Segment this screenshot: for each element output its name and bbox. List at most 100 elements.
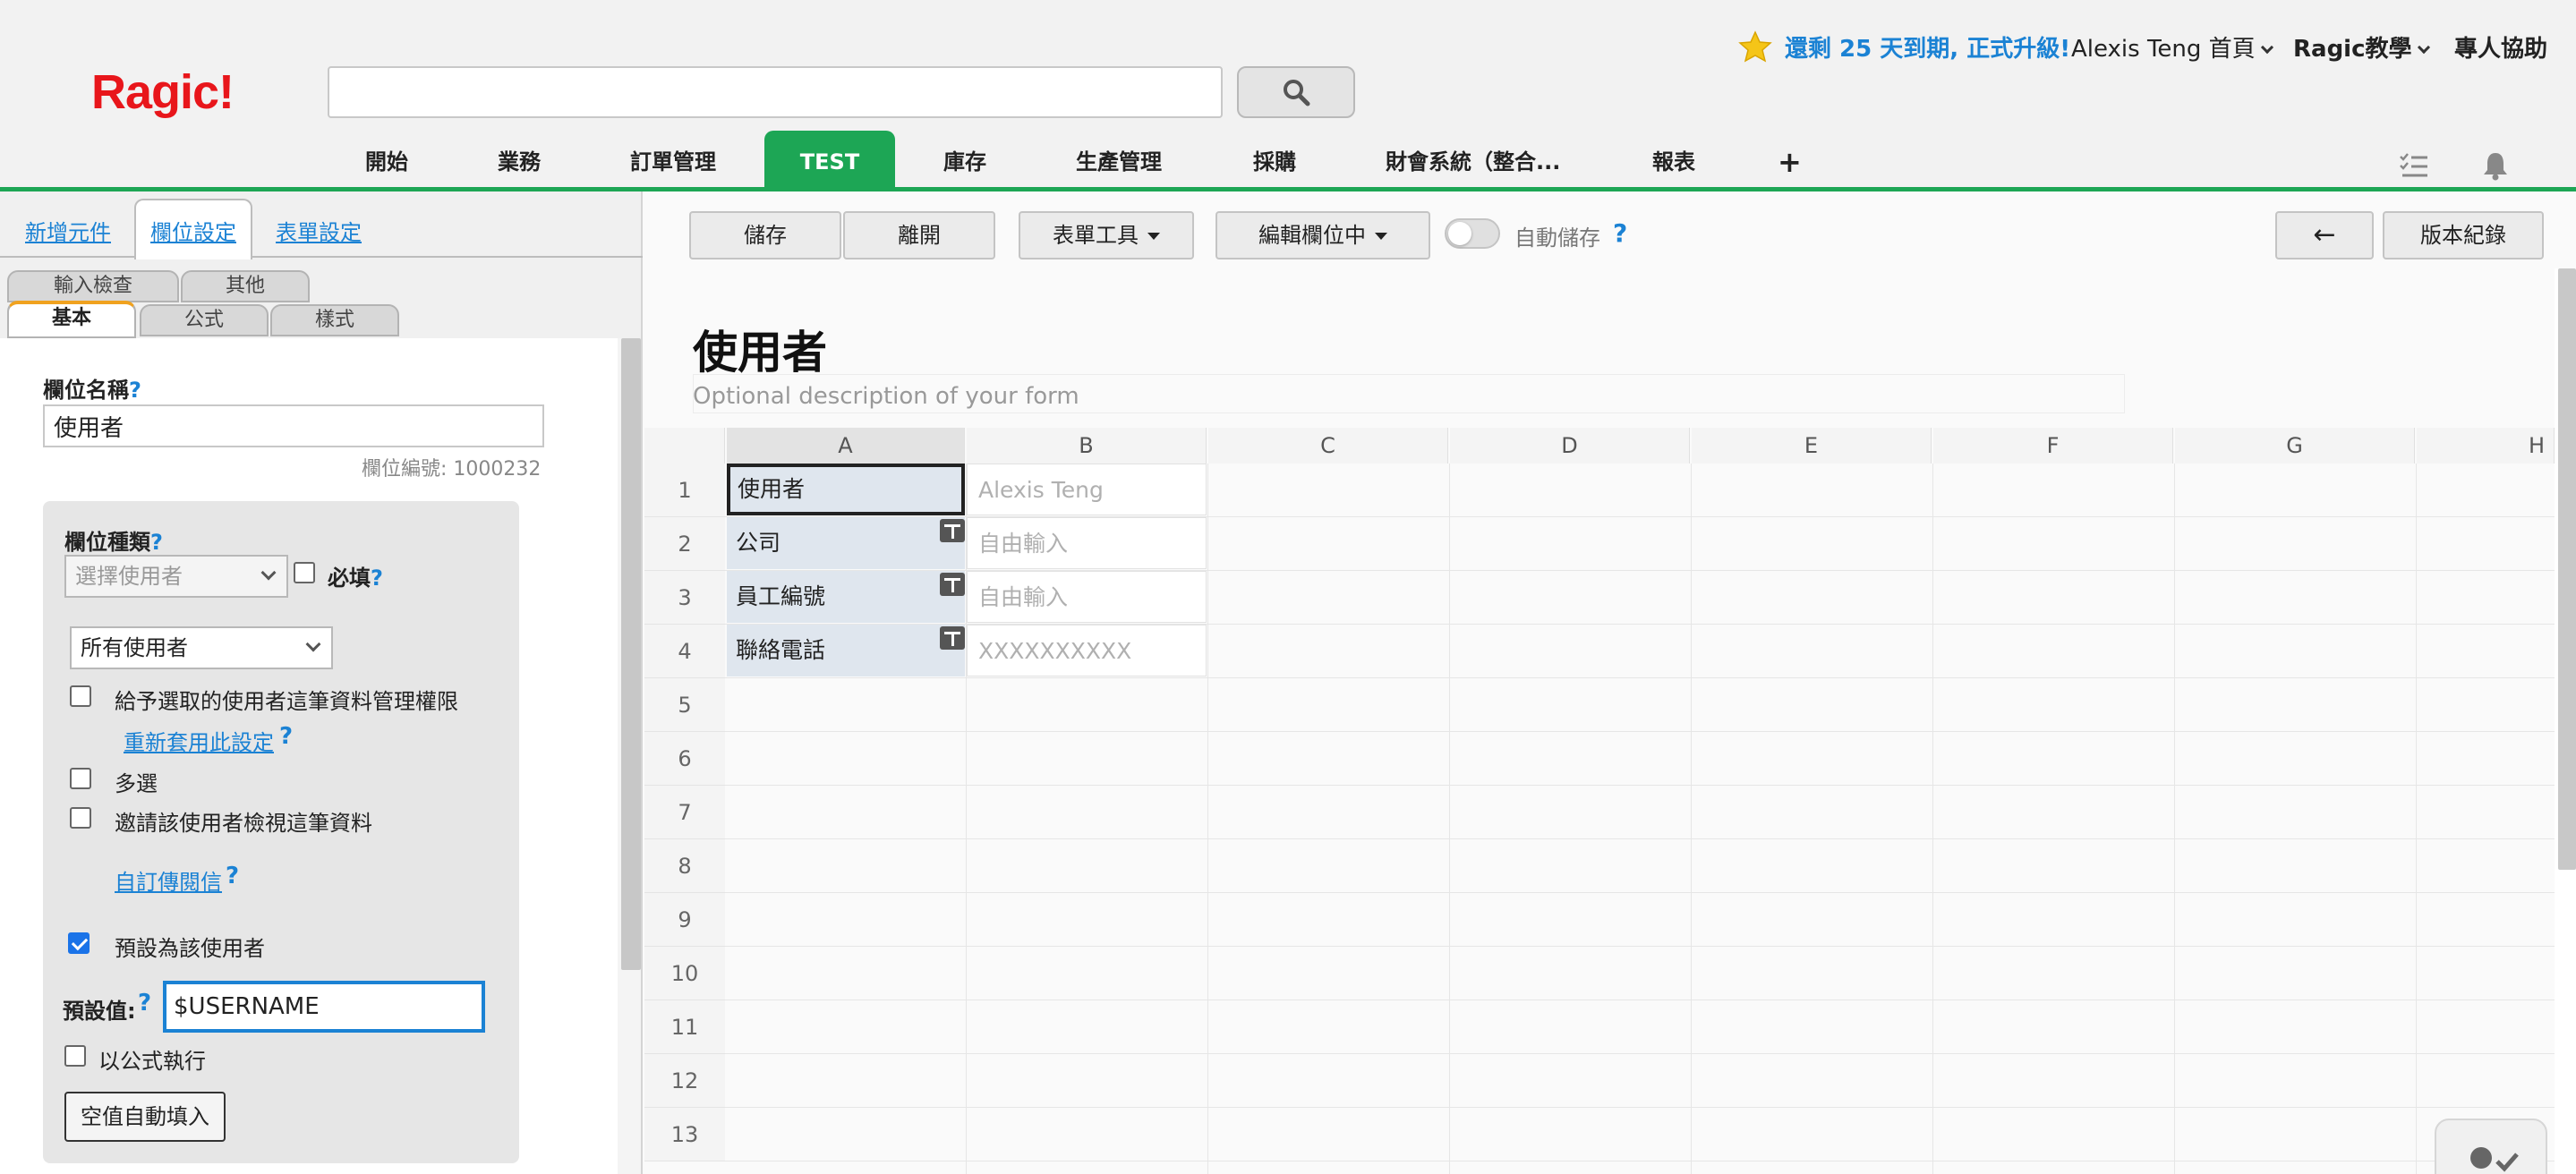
help-icon[interactable]: ?: [1613, 218, 1627, 248]
custom-message-link[interactable]: 自訂傳閱信: [115, 864, 222, 896]
field-label-cell[interactable]: 使用者: [727, 464, 965, 515]
main-nav: 開始 業務 訂單管理 TEST 庫存 生產管理 採購 財會系統（整合... 報表…: [0, 131, 2576, 187]
field-value-cell[interactable]: 自由輸入: [967, 571, 1207, 623]
panel-tabs: 新增元件 欄位設定 表單設定: [0, 191, 643, 259]
row-header[interactable]: 9: [644, 893, 725, 947]
tab-inventory[interactable]: 庫存: [943, 131, 986, 187]
help-icon[interactable]: ?: [279, 723, 293, 750]
tab-add-component[interactable]: 新增元件: [25, 215, 111, 246]
formula-exec-checkbox[interactable]: [64, 1045, 86, 1067]
row-header[interactable]: 3: [644, 571, 725, 625]
row-header[interactable]: 11: [644, 1000, 725, 1054]
user-home-menu[interactable]: Alexis Teng 首頁: [2071, 30, 2273, 64]
reapply-setting-link[interactable]: 重新套用此設定: [124, 725, 274, 756]
upgrade-link[interactable]: 還剩 25 天到期, 正式升級!: [1785, 30, 2070, 64]
column-header[interactable]: F: [1933, 428, 2173, 464]
help-icon[interactable]: ?: [150, 530, 163, 555]
column-header[interactable]: B: [967, 428, 1207, 464]
row-header[interactable]: 12: [644, 1054, 725, 1108]
row-header[interactable]: 6: [644, 732, 725, 786]
form-description[interactable]: Optional description of your form: [693, 383, 1079, 410]
floating-action-widget[interactable]: [2435, 1119, 2547, 1174]
field-value-cell[interactable]: 自由輸入: [967, 517, 1207, 569]
back-arrow-button[interactable]: ←: [2275, 211, 2374, 259]
tab-test[interactable]: TEST: [764, 131, 895, 187]
field-label-cell[interactable]: 公司: [727, 517, 965, 569]
task-list-icon[interactable]: [2399, 152, 2429, 179]
tab-field-settings[interactable]: 欄位設定: [150, 215, 236, 246]
subtab-formula[interactable]: 公式: [140, 304, 269, 336]
canvas-scrollbar-thumb[interactable]: [2558, 268, 2576, 870]
search-button[interactable]: [1237, 66, 1355, 118]
form-tools-button[interactable]: 表單工具: [1019, 211, 1194, 259]
multi-select-checkbox[interactable]: [70, 768, 91, 789]
column-header[interactable]: G: [2175, 428, 2415, 464]
help-icon[interactable]: ?: [371, 566, 383, 591]
default-user-label: 預設為該使用者: [115, 936, 265, 961]
field-name-label: 欄位名稱?: [43, 378, 141, 403]
column-header[interactable]: D: [1450, 428, 1690, 464]
tab-form-settings[interactable]: 表單設定: [276, 215, 362, 246]
row-header[interactable]: 8: [644, 839, 725, 893]
tab-start[interactable]: 開始: [365, 131, 408, 187]
field-label-cell[interactable]: 聯絡電話: [727, 625, 965, 676]
save-button[interactable]: 儲存: [689, 211, 841, 259]
row-header[interactable]: 5: [644, 678, 725, 732]
tab-purchasing[interactable]: 採購: [1253, 131, 1296, 187]
form-title[interactable]: 使用者: [693, 317, 827, 381]
column-header[interactable]: C: [1208, 428, 1448, 464]
expert-help-link[interactable]: 專人協助: [2454, 30, 2547, 64]
tab-accounting[interactable]: 財會系統（整合...: [1386, 131, 1560, 187]
autosave-toggle[interactable]: [1445, 218, 1500, 249]
help-icon[interactable]: ?: [138, 990, 151, 1017]
panel-scrollbar-thumb[interactable]: [621, 338, 641, 970]
version-history-button[interactable]: 版本紀錄: [2383, 211, 2544, 259]
top-links: 還剩 25 天到期, 正式升級! Alexis Teng 首頁 Ragic教學 …: [0, 30, 2576, 66]
field-value-cell[interactable]: Alexis Teng: [967, 464, 1207, 515]
subtab-input-validation[interactable]: 輸入檢查: [7, 270, 179, 302]
grid-line: [725, 1107, 2555, 1108]
tutorial-menu[interactable]: Ragic教學: [2293, 30, 2430, 64]
help-icon[interactable]: ?: [226, 863, 239, 889]
row-header[interactable]: 13: [644, 1108, 725, 1161]
row-header[interactable]: 2: [644, 517, 725, 571]
add-tab-button[interactable]: +: [1778, 131, 1802, 187]
column-header[interactable]: A: [727, 428, 965, 464]
row-header[interactable]: 4: [644, 625, 725, 678]
field-value-cell[interactable]: XXXXXXXXXX: [967, 625, 1207, 676]
field-label-cell[interactable]: 員工編號: [727, 571, 965, 623]
bell-icon[interactable]: [2481, 150, 2510, 181]
search-input[interactable]: [328, 66, 1223, 118]
user-scope-select[interactable]: 所有使用者: [70, 626, 333, 669]
subtab-other[interactable]: 其他: [181, 270, 310, 302]
invite-view-checkbox[interactable]: [70, 807, 91, 829]
column-header[interactable]: H: [2417, 428, 2555, 464]
grid-line: [725, 946, 2555, 947]
tab-orders[interactable]: 訂單管理: [630, 131, 716, 187]
field-type-select[interactable]: 選擇使用者: [64, 555, 288, 598]
tab-reports[interactable]: 報表: [1652, 131, 1695, 187]
row-header[interactable]: 7: [644, 786, 725, 839]
corner-header: [644, 428, 725, 464]
subtab-basic[interactable]: 基本: [7, 301, 136, 338]
edit-fields-button[interactable]: 編輯欄位中: [1215, 211, 1430, 259]
tab-production[interactable]: 生產管理: [1076, 131, 1162, 187]
help-icon[interactable]: ?: [129, 378, 141, 403]
default-value-input[interactable]: [163, 981, 485, 1033]
ragic-logo[interactable]: Ragic!: [91, 64, 235, 120]
column-header[interactable]: E: [1692, 428, 1932, 464]
auto-fill-empty-button[interactable]: 空值自動填入: [64, 1092, 226, 1142]
leave-button[interactable]: 離開: [843, 211, 995, 259]
required-checkbox[interactable]: [294, 562, 315, 583]
row-header[interactable]: 1: [644, 464, 725, 517]
grant-permission-checkbox[interactable]: [70, 685, 91, 707]
tab-sales[interactable]: 業務: [498, 131, 541, 187]
default-user-checkbox[interactable]: [68, 932, 90, 954]
app-header: Ragic! 還剩 25 天到期, 正式升級! Alexis Teng 首頁 R…: [0, 0, 2576, 191]
chevron-down-icon: [2417, 40, 2430, 55]
subtab-style[interactable]: 樣式: [270, 304, 399, 336]
chevron-down-icon: [305, 636, 321, 652]
row-header[interactable]: 10: [644, 947, 725, 1000]
field-type-label: 欄位種類?: [64, 530, 163, 555]
field-name-input[interactable]: [43, 404, 544, 447]
